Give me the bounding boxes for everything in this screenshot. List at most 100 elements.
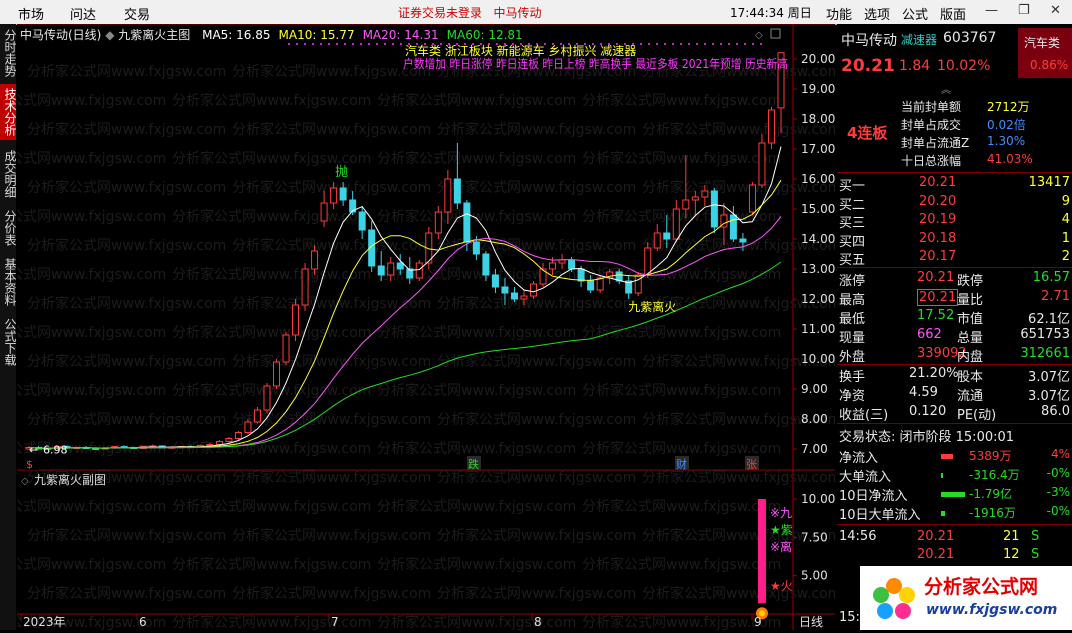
indicator-name[interactable]: 九紫离火主图 — [118, 28, 190, 42]
dot-row — [608, 43, 610, 45]
flow-label: 10日净流入 — [839, 489, 908, 504]
menu-function[interactable]: 功能 — [826, 4, 852, 23]
seal-row: 封单占成交 0.02倍 — [837, 116, 1072, 135]
dot-row — [544, 43, 546, 45]
watermark-text: 分析家公式网www.fxjgsw.com — [377, 614, 576, 630]
menu-trade[interactable]: 交易 — [124, 4, 150, 23]
chart-title: 中马传动(日线) — [20, 28, 102, 42]
candle-body — [653, 232, 661, 249]
tick-volume: 21 — [1003, 529, 1020, 544]
menu-formula[interactable]: 公式 — [902, 4, 928, 23]
tab-technical[interactable]: 技术分析 — [0, 84, 17, 140]
stat-row: 换手 21.20% 股本 3.07亿 — [837, 366, 1072, 385]
candle-body — [729, 214, 737, 240]
candle-body — [644, 247, 652, 276]
tab-formula-download[interactable]: 公式下载 — [0, 316, 17, 368]
watermark-text: 分析家公式网www.fxjgsw.com — [172, 556, 371, 573]
watermark-text: 分析家公式网www.fxjgsw.com — [377, 498, 576, 515]
stat-label: 涨停 — [839, 274, 866, 289]
low-price-label: 6.98 — [43, 444, 68, 457]
dot-row — [464, 43, 466, 45]
watermark-text: 分析家公式网www.fxjgsw.com — [232, 295, 431, 312]
watermark-text: 分析家公式网www.fxjgsw.com — [582, 382, 781, 399]
dot-row — [360, 43, 362, 45]
candle-body — [472, 241, 480, 255]
candle-body — [530, 283, 538, 297]
price-axis-label: 7.00 — [801, 442, 828, 456]
bid-row: 买一 20.21 13417 — [837, 175, 1072, 194]
candle-body — [748, 184, 756, 213]
kline-chart[interactable]: 分析家公式网www.fxjgsw.com 分析家公式网www.fxjgsw.com… — [0, 23, 841, 631]
menu-layout[interactable]: 版面 — [940, 4, 966, 23]
dot-row — [640, 43, 642, 45]
watermark-text: 分析家公式网www.fxjgsw.com — [377, 324, 576, 341]
minimize-icon[interactable]: — — [985, 3, 998, 18]
watermark-text: 分析家公式网www.fxjgsw.com — [582, 440, 781, 457]
stat-row: 涨停 20.21 跌停 16.57 — [837, 270, 1072, 289]
seal-value: 0.02倍 — [987, 118, 1026, 132]
watermark-text: 分析家公式网www.fxjgsw.com — [582, 92, 781, 109]
dot-row — [328, 43, 330, 45]
watermark-text: 分析家公式网www.fxjgsw.com — [377, 556, 576, 573]
tab-trades[interactable]: 成交明细 — [0, 148, 17, 200]
dot-row — [584, 43, 586, 45]
dot-row — [592, 43, 594, 45]
stat-label: 股本 — [957, 370, 984, 385]
bid-price: 20.18 — [919, 230, 957, 246]
watermark-text: 分析家公式网www.fxjgsw.com — [27, 121, 226, 138]
menu-bar: 市场 问达 交易 证券交易未登录 中马传动 17:44:34 周日 功能 选项 … — [0, 0, 1072, 25]
clock: 17:44:34 周日 — [730, 6, 812, 20]
seal-label: 封单占成交 — [901, 118, 962, 132]
tab-price-table[interactable]: 分价表 — [0, 208, 17, 248]
maximize-icon — [770, 28, 781, 39]
menu-market[interactable]: 市场 — [18, 4, 44, 23]
candle-body — [253, 409, 261, 423]
stat-label: 现量 — [839, 331, 866, 346]
stat-label: 净资 — [839, 389, 866, 404]
close-icon[interactable]: ✕ — [1050, 3, 1061, 18]
sector-tag[interactable]: 减速器 — [901, 31, 937, 48]
chart-area[interactable]: 分析家公式网www.fxjgsw.com 分析家公式网www.fxjgsw.com… — [0, 23, 841, 631]
price-axis-label: 10.00 — [801, 352, 835, 366]
watermark-text: 分析家公式网www.fxjgsw.com — [17, 556, 166, 573]
candle-body — [434, 211, 442, 234]
sell-signal: 抛 — [335, 165, 348, 180]
watermark-text: 分析家公式网www.fxjgsw.com — [27, 179, 226, 196]
watermark-text: 分析家公式网www.fxjgsw.com — [17, 324, 166, 341]
menu-wenda[interactable]: 问达 — [70, 4, 96, 23]
flow-value: -1.79亿 — [969, 487, 1013, 501]
tab-fundamentals[interactable]: 基本资料 — [0, 256, 17, 308]
seal-label: 十日总涨幅 — [901, 154, 962, 168]
tab-intraday[interactable]: 分时走势 — [0, 28, 17, 78]
stat-label: PE(动) — [957, 408, 997, 423]
flow-label: 净流入 — [839, 451, 879, 466]
left-tab-column: 分时走势 技术分析 成交明细 分价表 基本资料 公式下载 — [0, 24, 17, 630]
price-axis-label: 11.00 — [801, 322, 835, 336]
signal-name-label: 九紫离火 — [628, 299, 676, 314]
sub-signal-bar — [757, 499, 766, 604]
collapse-icon[interactable]: ︽ — [941, 81, 951, 96]
watermark-text: 分析家公式网www.fxjgsw.com — [17, 266, 166, 283]
dot-row — [704, 43, 706, 45]
restore-icon[interactable]: ❐ — [1018, 3, 1030, 18]
ma-legend-item: MA20: 14.31 — [362, 28, 439, 42]
sub-signal-label: ※九 — [770, 506, 792, 520]
sub-chart-diamond-icon: ◇ — [21, 476, 29, 487]
watermark-text: 分析家公式网www.fxjgsw.com — [17, 382, 166, 399]
candle-body — [330, 187, 338, 204]
event-marker: 跌 — [468, 457, 479, 471]
stat-value: 20.21 — [917, 289, 959, 306]
watermark-text: 分析家公式网www.fxjgsw.com — [582, 556, 781, 573]
tick-row: 14:56 20.21 21 S — [837, 529, 1072, 548]
bid-label: 买五 — [839, 253, 866, 268]
flow-value: -316.4万 — [969, 468, 1020, 482]
watermark-text: 分析家公式网www.fxjgsw.com — [17, 150, 166, 167]
price-axis-label: 18.00 — [801, 112, 835, 126]
login-notice[interactable]: 证券交易未登录 中马传动 — [398, 4, 541, 21]
stat-label: 最高 — [839, 293, 866, 308]
stat-value: 3.07亿 — [1028, 389, 1070, 404]
period-button[interactable]: 日线 — [799, 615, 823, 629]
stat-row: 净资 4.59 流通 3.07亿 — [837, 385, 1072, 404]
watermark-text: 分析家公式网www.fxjgsw.com — [172, 324, 371, 341]
menu-options[interactable]: 选项 — [864, 4, 890, 23]
